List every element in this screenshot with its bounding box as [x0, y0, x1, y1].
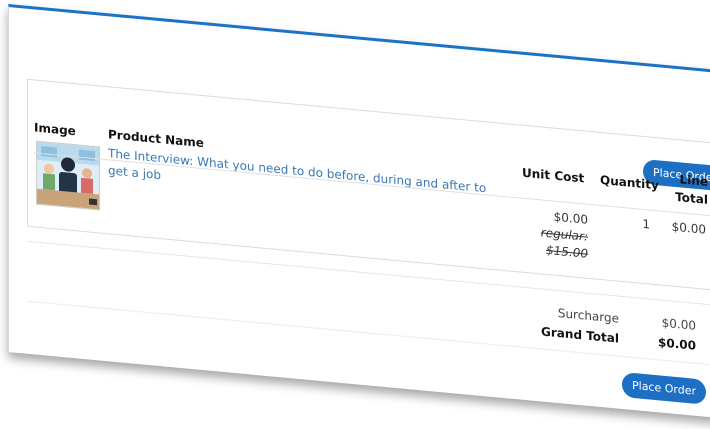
- column-header-line-total: Line Total: [660, 168, 708, 208]
- surcharge-value: $0.00: [661, 315, 696, 333]
- regular-price-value: $15.00: [546, 242, 588, 261]
- cart-card: Place Order Image Product Name Unit Cost…: [8, 4, 710, 419]
- cart-table: Place Order Image Product Name Unit Cost…: [27, 78, 710, 292]
- grand-total-label: Grand Total: [541, 324, 619, 346]
- line-total-value: $0.00: [671, 219, 706, 237]
- product-name-link[interactable]: The Interview: What you need to do befor…: [108, 145, 508, 216]
- quantity-value: 1: [642, 216, 650, 232]
- column-header-image: Image: [34, 120, 76, 139]
- grand-total-value: $0.00: [658, 335, 696, 353]
- interview-illustration-icon: [37, 141, 99, 210]
- column-header-unit-cost: Unit Cost: [522, 165, 585, 186]
- page: Place Order Image Product Name Unit Cost…: [0, 0, 710, 429]
- unit-cost-cell: $0.00 regular: $15.00: [536, 207, 588, 263]
- line-total-header-line2: Total: [675, 189, 708, 207]
- product-thumbnail[interactable]: [36, 140, 100, 211]
- place-order-button-bottom[interactable]: Place Order: [622, 371, 707, 405]
